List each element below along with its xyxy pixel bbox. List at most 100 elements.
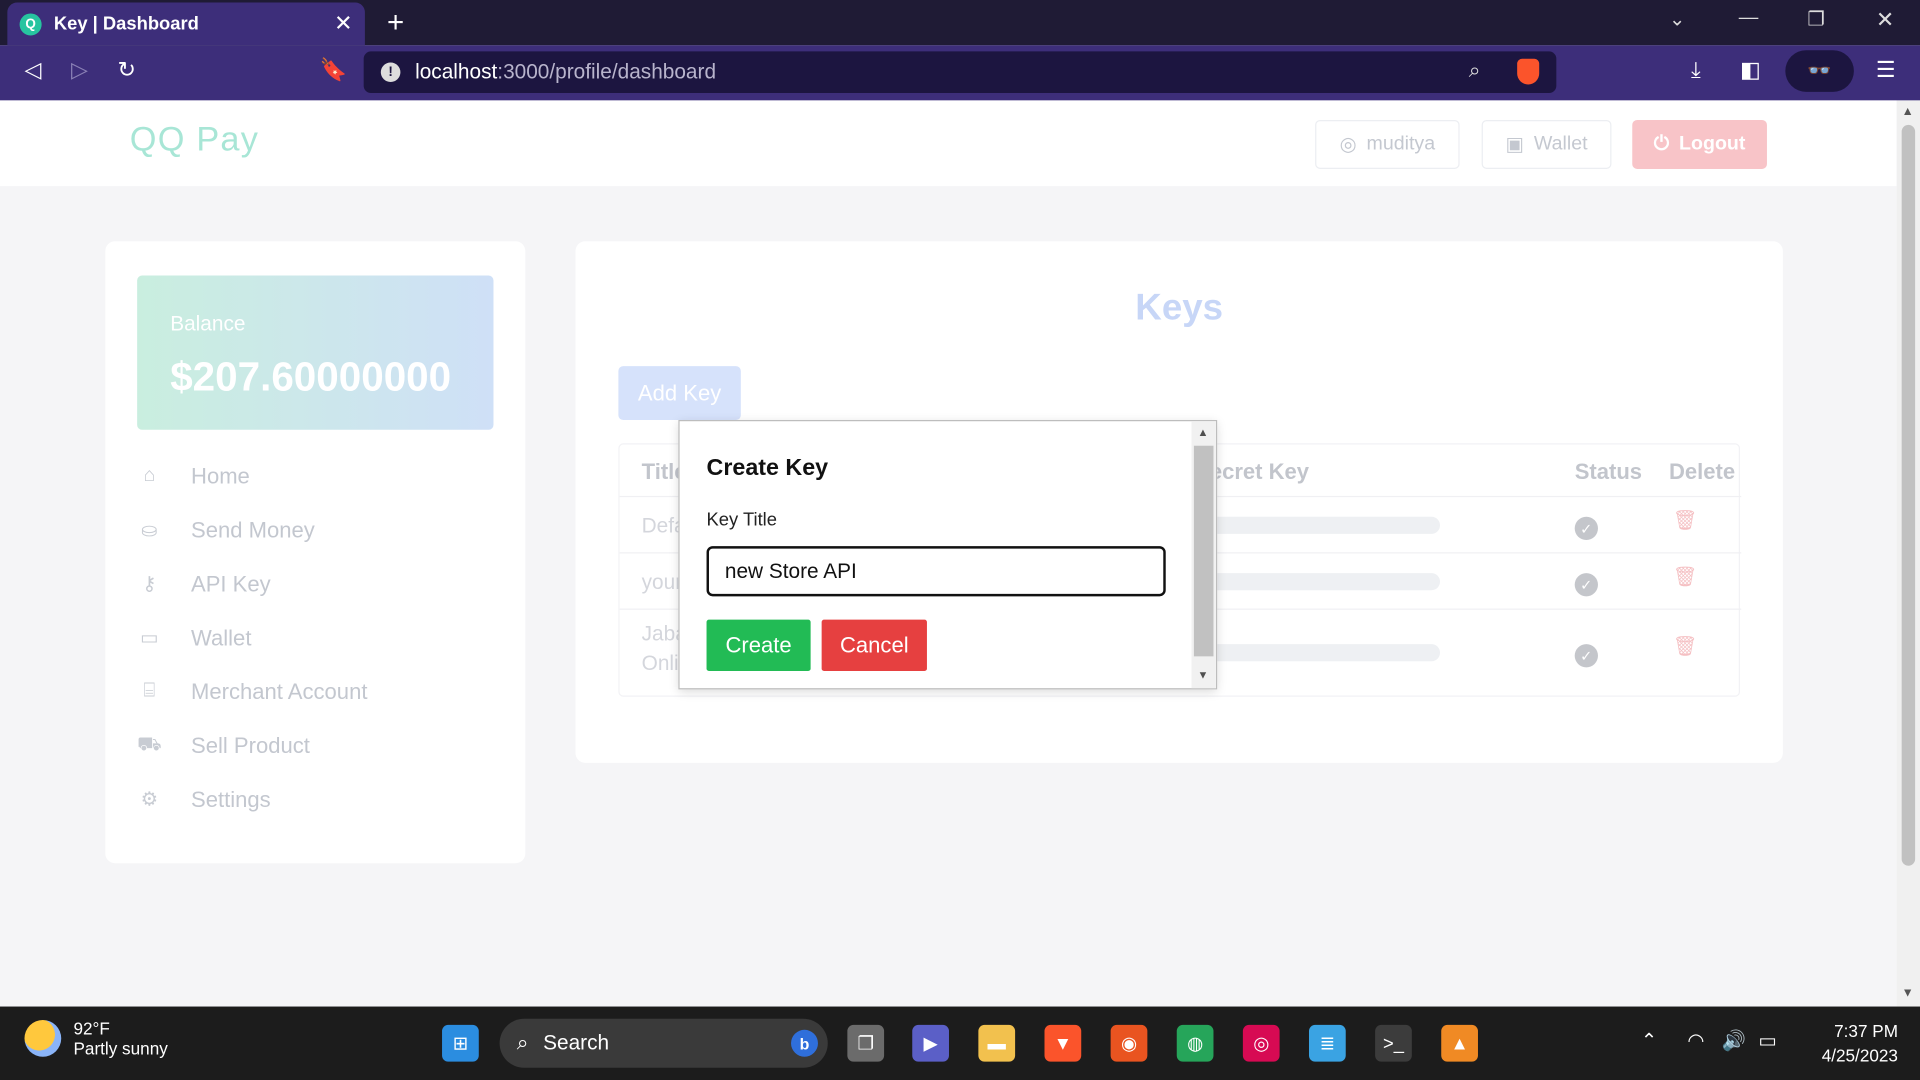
power-icon: ⏻ [1653, 133, 1670, 155]
status-check-icon: ✓ [1574, 516, 1598, 541]
close-window-icon[interactable]: ✕ [1876, 7, 1894, 33]
logout-button[interactable]: ⏻ Logout [1632, 120, 1767, 169]
add-key-button[interactable]: Add Key [618, 366, 741, 421]
page-title: Keys [1135, 287, 1224, 329]
site-logo[interactable]: QQ Pay [130, 120, 259, 159]
wifi-icon[interactable]: ◠ [1687, 1029, 1704, 1053]
address-bar[interactable]: ! localhost:3000/profile/dashboard ⌕ [363, 51, 1557, 94]
temperature: 92°F [73, 1018, 110, 1039]
search-icon: ⌕ [516, 1031, 529, 1055]
create-key-dialog: Create Key Key Title Create Cancel ▲ ▼ [678, 420, 1218, 690]
page-scroll-thumb[interactable] [1901, 124, 1916, 866]
user-icon: ◎ [1339, 134, 1357, 156]
balance-card: Balance $207.60000000 [137, 275, 494, 430]
tab-title: Key | Dashboard [53, 13, 199, 35]
restore-icon[interactable]: ❐ [1807, 7, 1825, 31]
sidebar-item-send-money[interactable]: ⛀ Send Money [137, 503, 367, 557]
notepad-icon[interactable]: ≣ [1308, 1024, 1346, 1062]
key-title-cell: your [641, 570, 683, 594]
opensuse-icon[interactable]: ◍ [1176, 1024, 1214, 1062]
taskbar-search[interactable]: ⌕ Search b [499, 1018, 828, 1068]
menu-icon[interactable]: ☰ [1876, 58, 1896, 84]
bookmark-icon[interactable]: 🔖 [320, 58, 347, 84]
file-explorer-icon[interactable]: ▬ [978, 1024, 1016, 1062]
dialog-scroll-down-icon[interactable]: ▼ [1198, 669, 1209, 681]
tab-search-chevron-icon[interactable]: ⌄ [1669, 7, 1685, 31]
column-header-status: Status [1574, 459, 1643, 484]
back-icon[interactable]: ◁ [24, 58, 41, 84]
sidebar-item-label: Settings [191, 786, 271, 812]
site-header: QQ Pay ◎ muditya ▣ Wallet ⏻ Logout [0, 100, 1897, 187]
sidebar-item-sell-product[interactable]: ⛟ Sell Product [137, 719, 367, 773]
home-icon: ⌂ [143, 465, 156, 487]
vlc-icon[interactable]: ▲ [1441, 1024, 1478, 1062]
ubuntu-icon[interactable]: ◉ [1110, 1024, 1148, 1062]
delete-trash-icon[interactable]: 🗑 [1673, 508, 1698, 532]
scroll-up-arrow-icon[interactable]: ▲ [1902, 105, 1914, 118]
key-icon: ⚷ [142, 574, 157, 596]
new-tab-icon[interactable]: + [387, 6, 404, 40]
sidebar-toggle-icon[interactable]: ◧ [1740, 58, 1761, 84]
cancel-button[interactable]: Cancel [821, 619, 927, 672]
browser-toolbar: ◁ ▷ ↻ 🔖 ! localhost:3000/profile/dashboa… [0, 45, 1920, 101]
dialog-scroll-thumb[interactable] [1193, 445, 1214, 657]
qqpay-favicon-icon: Q [19, 12, 42, 35]
private-window-glasses-icon[interactable]: 👓 [1785, 50, 1854, 92]
delete-trash-icon[interactable]: 🗑 [1673, 564, 1698, 588]
sidebar-item-wallet[interactable]: ▭ Wallet [137, 611, 367, 665]
taskbar: 92°F Partly sunny ⊞ ⌕ Search b ❐ ▶ ▬ ▼ ◉… [0, 1006, 1920, 1080]
zoom-icon[interactable]: ⌕ [1469, 59, 1481, 83]
browser-tab[interactable]: Q Key | Dashboard ✕ [7, 2, 365, 46]
sidebar-item-home[interactable]: ⌂ Home [137, 449, 367, 503]
task-view-icon[interactable]: ❐ [847, 1024, 885, 1062]
brave-browser-icon[interactable]: ▼ [1044, 1024, 1082, 1062]
reload-icon[interactable]: ↻ [118, 58, 136, 84]
download-icon[interactable]: ⤓ [1691, 58, 1701, 84]
url-path: :3000/profile/dashboard [497, 60, 717, 84]
sidebar-item-settings[interactable]: ⚙ Settings [137, 773, 367, 827]
blurred-secret-key [1207, 516, 1441, 534]
dialog-scrollbar[interactable]: ▲ ▼ [1191, 421, 1216, 689]
minimize-icon[interactable]: — [1739, 7, 1759, 29]
search-label: Search [543, 1031, 610, 1055]
weather-condition: Partly sunny [73, 1038, 168, 1058]
system-clock[interactable]: 7:37 PM 4/25/2023 [1800, 1019, 1898, 1068]
dialog-title: Create Key [706, 455, 829, 482]
scroll-down-arrow-icon[interactable]: ▼ [1902, 987, 1914, 1000]
balance-amount: $207.60000000 [170, 353, 452, 400]
forward-icon[interactable]: ▷ [71, 58, 88, 84]
wallet-icon: ▣ [1505, 134, 1525, 156]
wallet-button[interactable]: ▣ Wallet [1481, 120, 1612, 169]
dialog-scroll-up-icon[interactable]: ▲ [1198, 426, 1209, 438]
teams-chat-icon[interactable]: ▶ [912, 1024, 949, 1062]
battery-icon[interactable]: ▭ [1758, 1029, 1777, 1053]
terminal-preview-icon[interactable]: >_ [1375, 1024, 1412, 1062]
column-header-delete: Delete [1668, 459, 1736, 484]
user-button[interactable]: ◎ muditya [1315, 120, 1460, 169]
user-label: muditya [1366, 133, 1436, 155]
sidebar-item-merchant-account[interactable]: ⌸ Merchant Account [137, 665, 367, 719]
create-button[interactable]: Create [706, 619, 811, 672]
debian-icon[interactable]: ◎ [1242, 1024, 1280, 1062]
blurred-secret-key [1207, 644, 1441, 662]
close-tab-icon[interactable]: ✕ [334, 11, 352, 37]
volume-icon[interactable]: 🔊 [1722, 1029, 1746, 1053]
sidebar-item-label: API Key [191, 571, 271, 596]
site-info-icon[interactable]: ! [380, 62, 401, 83]
store-icon: ⌸ [143, 680, 156, 702]
brave-shield-icon[interactable] [1517, 58, 1540, 85]
send-money-icon: ⛀ [141, 520, 158, 542]
bing-icon[interactable]: b [791, 1029, 818, 1057]
credit-card-icon: ▭ [140, 628, 159, 649]
weather-widget[interactable]: 92°F Partly sunny [24, 1018, 168, 1058]
key-title-label: Key Title [706, 509, 777, 531]
sidebar-menu: ⌂ Home ⛀ Send Money ⚷ API Key ▭ Wallet ⌸ Merc… [137, 449, 367, 826]
key-title-input[interactable] [706, 546, 1166, 597]
show-hidden-icons-chevron-icon[interactable]: ⌃ [1641, 1029, 1657, 1053]
sidebar-item-api-key[interactable]: ⚷ API Key [137, 557, 367, 611]
delete-trash-icon[interactable]: 🗑 [1673, 634, 1698, 658]
page-scrollbar[interactable]: ▲ ▼ [1896, 100, 1920, 1007]
logout-label: Logout [1679, 133, 1746, 155]
sidebar-item-label: Sell Product [191, 732, 310, 758]
start-windows-icon[interactable]: ⊞ [442, 1024, 479, 1062]
